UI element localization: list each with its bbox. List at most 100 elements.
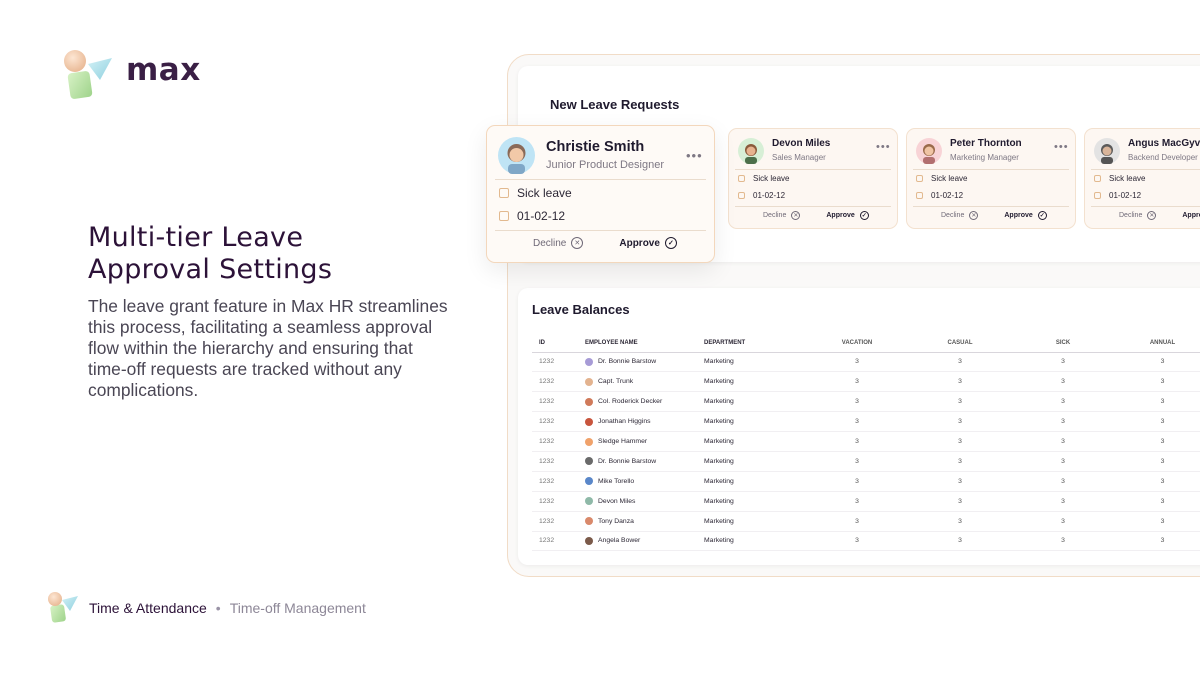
more-options-icon[interactable]: ••• [1054,141,1069,153]
cell-vacation: 3 [807,511,907,532]
avatar [585,477,593,486]
employee-name: Sledge Hammer [598,438,648,445]
cell-vacation: 3 [807,451,907,472]
table-row[interactable]: 1232 Mike Torello Marketing 3 3 3 3 [532,471,1200,492]
cell-department: Marketing [704,451,807,472]
col-sick[interactable]: SICK [1013,334,1113,353]
col-department[interactable]: DEPARTMENT [704,334,807,353]
hero-section: Multi-tier Leave Approval Settings The l… [88,222,448,401]
employee-name: Col. Roderick Decker [598,398,663,406]
col-vacation[interactable]: VACATION [807,334,907,353]
cell-casual: 3 [907,511,1013,532]
col-casual[interactable]: CASUAL [907,334,1013,353]
cell-id: 1232 [532,371,585,393]
decline-button[interactable]: Decline ✕ [1119,211,1157,220]
cell-vacation: 3 [807,352,907,373]
table-row[interactable]: 1232 Dr. Bonnie Barstow Marketing 3 3 3 3 [532,352,1200,373]
table-row[interactable]: 1232 Devon Miles Marketing 3 3 3 3 [532,491,1200,512]
cell-employee: Jonathan Higgins [585,411,704,433]
col-annual[interactable]: ANNUAL [1113,334,1200,353]
leave-date: 01-02-12 [517,209,566,223]
cell-employee: Tony Danza [585,511,704,532]
calendar-icon [916,192,923,199]
leave-date: 01-02-12 [931,191,964,200]
decline-button[interactable]: Decline ✕ [533,237,584,249]
cell-vacation: 3 [807,411,907,433]
cell-department: Marketing [704,371,807,393]
approve-button[interactable]: Approve ✓ [619,237,677,249]
request-card-devon-miles[interactable]: Devon Miles Sales Manager ••• Sick leave… [728,128,898,229]
leave-date-row: 01-02-12 [499,209,565,223]
cell-employee: Mike Torello [585,471,704,492]
cell-sick: 3 [1013,451,1113,472]
employee-name: Capt. Trunk [598,378,634,386]
cell-id: 1232 [532,531,585,552]
col-employee-name[interactable]: EMPLOYEE NAME [585,334,704,353]
requester-name: Peter Thornton [950,138,1022,149]
leave-type-row: Sick leave [916,174,967,183]
avatar [585,497,593,506]
more-options-icon[interactable]: ••• [876,141,891,153]
cell-id: 1232 [532,411,585,433]
request-card-christie-smith[interactable]: Christie Smith Junior Product Designer •… [486,125,715,263]
cell-id: 1232 [532,352,585,373]
avatar [585,397,593,406]
leave-balances-table: ID EMPLOYEE NAME DEPARTMENT VACATION CAS… [532,334,1200,552]
decline-button[interactable]: Decline ✕ [763,211,801,220]
employee-name: Dr. Bonnie Barstow [598,457,657,465]
cell-annual: 3 [1113,531,1200,552]
calendar-icon [1094,192,1101,199]
cell-department: Marketing [704,511,807,532]
cell-sick: 3 [1013,391,1113,413]
leave-date-row: 01-02-12 [1094,191,1141,200]
cell-employee: Dr. Bonnie Barstow [585,352,704,373]
table-row[interactable]: 1232 Tony Danza Marketing 3 3 3 3 [532,511,1200,532]
cell-employee: Sledge Hammer [585,431,704,452]
cell-casual: 3 [907,431,1013,452]
check-circle-icon: ✓ [859,211,869,220]
avatar [738,138,764,164]
cell-annual: 3 [1113,431,1200,452]
table-row[interactable]: 1232 Capt. Trunk Marketing 3 3 3 3 [532,371,1200,393]
requester-name: Angus MacGyver [1128,138,1200,149]
leave-date: 01-02-12 [753,191,786,200]
request-card-angus-macgyver[interactable]: Angus MacGyver Backend Developer Sick le… [1084,128,1200,229]
cell-department: Marketing [704,471,807,492]
cell-department: Marketing [704,411,807,433]
check-circle-icon: ✓ [1037,211,1047,220]
close-circle-icon: ✕ [969,211,979,220]
brand-logo: max [62,48,222,104]
table-row[interactable]: 1232 Col. Roderick Decker Marketing 3 3 3 3 [532,391,1200,413]
avatar [916,138,942,164]
employee-name: Jonathan Higgins [598,418,651,426]
decline-button[interactable]: Decline ✕ [941,211,979,220]
table-row[interactable]: 1232 Angela Bower Marketing 3 3 3 3 [532,531,1200,552]
hero-title-line1: Multi-tier Leave [88,222,304,253]
avatar [585,417,593,426]
table-row[interactable]: 1232 Sledge Hammer Marketing 3 3 3 3 [532,431,1200,452]
request-card-peter-thornton[interactable]: Peter Thornton Marketing Manager ••• Sic… [906,128,1076,229]
leave-balances-title: Leave Balances [532,302,630,317]
more-options-icon[interactable]: ••• [686,148,703,163]
cell-annual: 3 [1113,451,1200,472]
avatar [498,137,535,174]
hero-title-line2: Approval Settings [88,254,333,285]
table-row[interactable]: 1232 Jonathan Higgins Marketing 3 3 3 3 [532,411,1200,433]
leave-type: Sick leave [753,174,790,183]
employee-name: Angela Bower [598,537,641,545]
approve-button[interactable]: Approve [1182,212,1200,219]
approve-button[interactable]: Approve ✓ [1004,211,1047,220]
leave-type: Sick leave [931,174,968,183]
cell-vacation: 3 [807,531,907,552]
table-row[interactable]: 1232 Dr. Bonnie Barstow Marketing 3 3 3 3 [532,451,1200,472]
cell-id: 1232 [532,431,585,452]
employee-name: Dr. Bonnie Barstow [598,358,657,366]
cell-annual: 3 [1113,391,1200,413]
cell-sick: 3 [1013,431,1113,452]
avatar [585,437,593,446]
cell-employee: Dr. Bonnie Barstow [585,451,704,472]
col-id[interactable]: ID [532,334,585,353]
avatar [585,357,593,366]
approve-button[interactable]: Approve ✓ [826,211,869,220]
cell-vacation: 3 [807,391,907,413]
